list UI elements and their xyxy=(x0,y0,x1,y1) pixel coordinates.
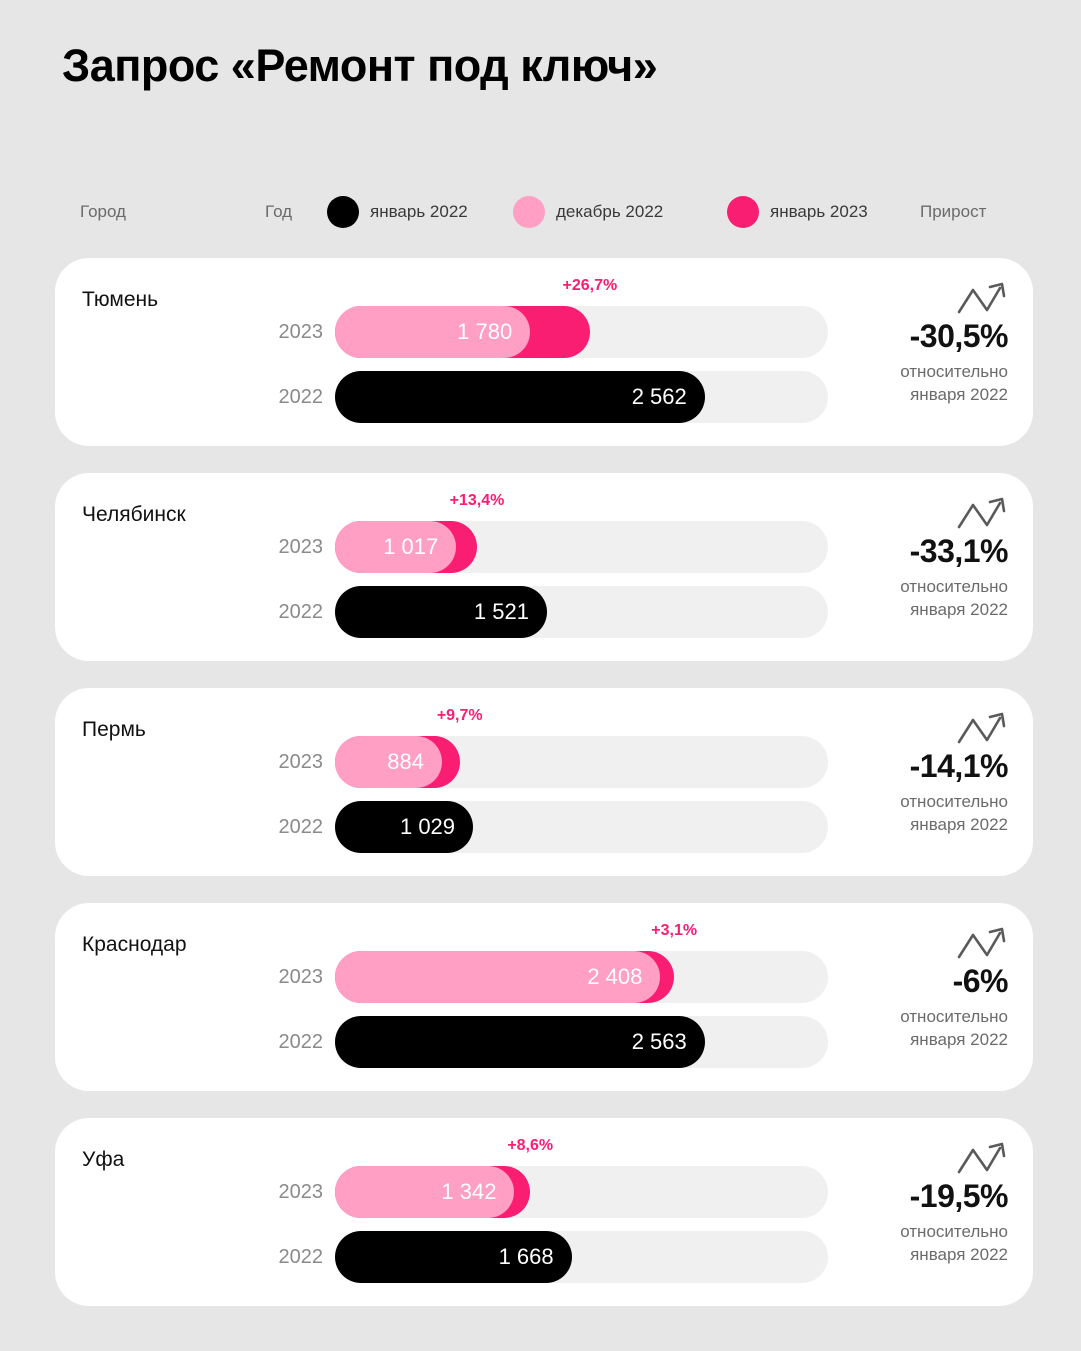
bar-year-label-2023: 2023 xyxy=(278,1181,324,1203)
legend-city-header: Город xyxy=(80,202,126,221)
delta-value: -6% xyxy=(952,963,1009,999)
legend-label-jan-2022: январь 2022 xyxy=(370,202,468,221)
delta-block: -14,1% относительно января 2022 xyxy=(818,710,1009,836)
growth-badge: +3,1% xyxy=(651,922,698,939)
bar-year-label-2022: 2022 xyxy=(278,386,324,408)
delta-block: -19,5% относительно января 2022 xyxy=(818,1140,1009,1266)
delta-block: -33,1% относительно января 2022 xyxy=(818,495,1009,621)
bar-year-label-2022: 2022 xyxy=(278,601,324,623)
bar-track-2023: 2 408 +3,1% xyxy=(335,922,828,1003)
bar-fill-jan-2022: 1 668 xyxy=(335,1231,572,1283)
bar-fill-dec-2022: 2 408 xyxy=(335,951,661,1003)
delta-note-line1: относительно xyxy=(900,1007,1008,1026)
bar-fill-dec-2022: 1 017 xyxy=(335,521,457,573)
bar-value-2022: 2 563 xyxy=(631,1029,687,1054)
bar-value-2023: 1 780 xyxy=(457,319,513,344)
legend-label-jan-2023: январь 2023 xyxy=(770,202,868,221)
trend-arrow-icon xyxy=(957,712,1006,744)
city-card-3: Пермь 2023 884 +9,7% 2022 1 029 -14,1% о… xyxy=(55,688,1033,876)
delta-note-line2: января 2022 xyxy=(910,599,1008,619)
city-card-1: Тюмень 2023 1 780 +26,7% 2022 2 562 -30,… xyxy=(55,258,1033,446)
bar-fill-dec-2022: 1 342 xyxy=(335,1166,515,1218)
legend-dot-black xyxy=(327,196,359,228)
bar-fill-jan-2022: 2 563 xyxy=(335,1016,705,1068)
bar-fill-jan-2022: 1 029 xyxy=(335,801,474,853)
delta-value: -19,5% xyxy=(909,1178,1009,1214)
bar-track-2022: 2 562 xyxy=(335,371,828,423)
legend-item-jan-2022: январь 2022 xyxy=(327,196,468,228)
bar-year-label-2023: 2023 xyxy=(278,966,324,988)
legend-dot-magenta xyxy=(727,196,759,228)
growth-badge: +8,6% xyxy=(507,1137,554,1154)
delta-block: -6% относительно января 2022 xyxy=(818,925,1009,1051)
city-card-5: Уфа 2023 1 342 +8,6% 2022 1 668 -19,5% о… xyxy=(55,1118,1033,1306)
bar-track-2023: 1 780 +26,7% xyxy=(335,277,828,358)
legend-growth-header: Прирост xyxy=(920,202,987,221)
bar-value-2022: 1 029 xyxy=(399,814,456,839)
legend-dot-pink xyxy=(513,196,545,228)
legend-label-dec-2022: декабрь 2022 xyxy=(556,202,664,221)
trend-arrow-icon xyxy=(957,927,1006,959)
bar-year-label-2022: 2022 xyxy=(278,816,324,838)
bar-track-2023: 1 017 +13,4% xyxy=(335,492,828,573)
bar-track-2022: 1 521 xyxy=(335,586,828,638)
bar-fill-dec-2022: 1 780 xyxy=(335,306,531,358)
bar-year-label-2023: 2023 xyxy=(278,751,324,773)
city-card-4: Краснодар 2023 2 408 +3,1% 2022 2 563 -6… xyxy=(55,903,1033,1091)
city-card-list: Тюмень 2023 1 780 +26,7% 2022 2 562 -30,… xyxy=(55,258,1033,1333)
delta-value: -30,5% xyxy=(909,318,1009,354)
bar-value-2023: 884 xyxy=(387,749,424,774)
delta-block: -30,5% относительно января 2022 xyxy=(818,280,1009,406)
bar-fill-jan-2022: 1 521 xyxy=(335,586,547,638)
delta-note: относительно января 2022 xyxy=(818,1221,1008,1266)
bar-fill-dec-2022: 884 xyxy=(335,736,442,788)
bar-value-2022: 2 562 xyxy=(631,384,687,409)
growth-badge: +13,4% xyxy=(449,492,505,509)
bar-value-2023: 1 017 xyxy=(383,534,439,559)
delta-note: относительно января 2022 xyxy=(818,791,1008,836)
delta-note-line2: января 2022 xyxy=(910,1244,1008,1264)
bar-track-2023: 884 +9,7% xyxy=(335,707,828,788)
delta-note-line2: января 2022 xyxy=(910,384,1008,404)
growth-badge: +26,7% xyxy=(562,277,618,294)
page-title: Запрос «Ремонт под ключ» xyxy=(62,40,658,91)
delta-note: относительно января 2022 xyxy=(818,576,1008,621)
bar-track-2022: 1 029 xyxy=(335,801,828,853)
delta-note-line1: относительно xyxy=(900,362,1008,381)
delta-note-line1: относительно xyxy=(900,577,1008,596)
delta-note: относительно января 2022 xyxy=(818,361,1008,406)
bar-year-label-2022: 2022 xyxy=(278,1246,324,1268)
delta-value: -14,1% xyxy=(909,748,1009,784)
legend-item-jan-2023: январь 2023 xyxy=(727,196,868,228)
bar-year-label-2023: 2023 xyxy=(278,321,324,343)
legend-item-dec-2022: декабрь 2022 xyxy=(513,196,663,228)
bar-value-2022: 1 521 xyxy=(473,599,529,624)
bar-value-2022: 1 668 xyxy=(498,1244,554,1269)
bar-fill-jan-2022: 2 562 xyxy=(335,371,705,423)
delta-note: относительно января 2022 xyxy=(818,1006,1008,1051)
bar-track-2022: 1 668 xyxy=(335,1231,828,1283)
bar-value-2023: 1 342 xyxy=(441,1179,497,1204)
bar-track-2022: 2 563 xyxy=(335,1016,828,1068)
bar-year-label-2022: 2022 xyxy=(278,1031,324,1053)
growth-badge: +9,7% xyxy=(436,707,483,724)
trend-arrow-icon xyxy=(957,497,1006,529)
trend-arrow-icon xyxy=(957,1142,1006,1174)
bar-track-2023: 1 342 +8,6% xyxy=(335,1137,828,1218)
delta-note-line2: января 2022 xyxy=(910,1029,1008,1049)
delta-note-line2: января 2022 xyxy=(910,814,1008,834)
delta-value: -33,1% xyxy=(909,533,1009,569)
infographic-page: Запрос «Ремонт под ключ» Город Год январ… xyxy=(0,0,1081,1351)
delta-note-line1: относительно xyxy=(900,1222,1008,1241)
legend: Город Год январь 2022 декабрь 2022 январ… xyxy=(0,196,1081,236)
city-card-2: Челябинск 2023 1 017 +13,4% 2022 1 521 -… xyxy=(55,473,1033,661)
trend-arrow-icon xyxy=(957,282,1006,314)
bar-value-2023: 2 408 xyxy=(587,964,643,989)
bar-year-label-2023: 2023 xyxy=(278,536,324,558)
delta-note-line1: относительно xyxy=(900,792,1008,811)
legend-year-header: Год xyxy=(265,202,293,221)
